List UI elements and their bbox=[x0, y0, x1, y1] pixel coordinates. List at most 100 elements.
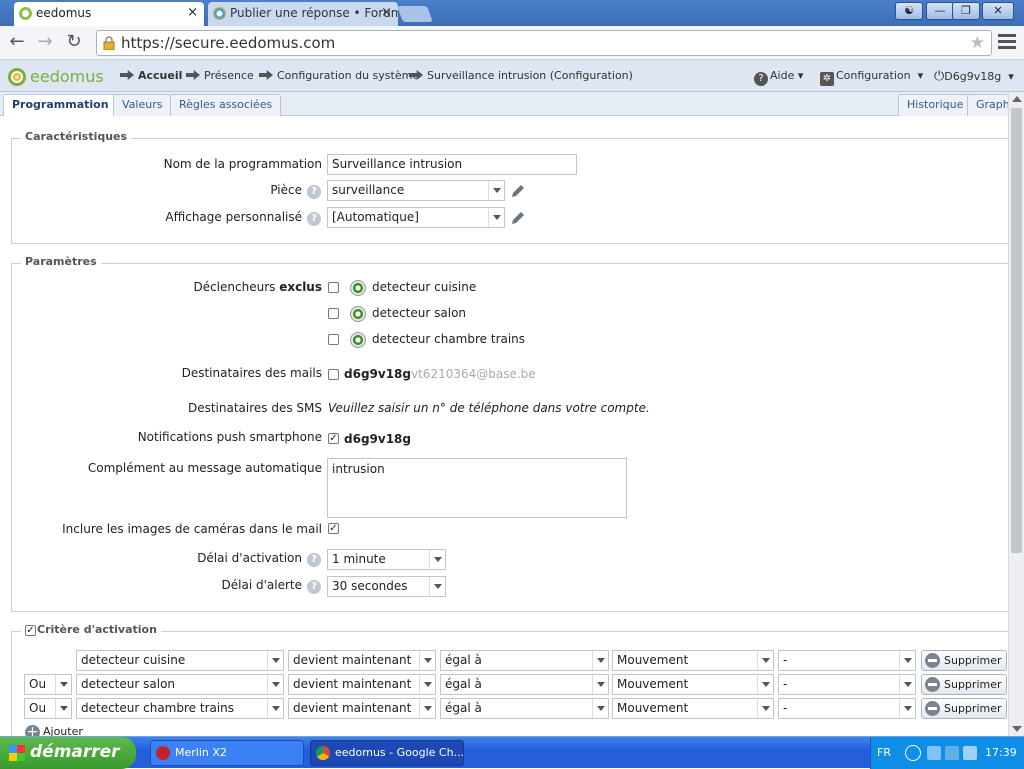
tab-title: Publier une réponse • Forum bbox=[230, 6, 398, 20]
chrome-menu-icon[interactable] bbox=[998, 34, 1016, 50]
tab-graphe[interactable]: Graphe bbox=[967, 94, 1008, 116]
program-name-input[interactable]: Surveillance intrusion bbox=[327, 154, 577, 175]
declencheur-label: detecteur chambre trains bbox=[372, 332, 526, 346]
supprimer-label: Supprimer bbox=[944, 654, 1002, 667]
device-select[interactable]: detecteur cuisine bbox=[76, 650, 284, 671]
vertical-scrollbar[interactable] bbox=[1008, 92, 1024, 736]
browser-tab-forum[interactable]: Publier une réponse • Forum × bbox=[208, 2, 398, 26]
supprimer-button[interactable]: Supprimer bbox=[921, 650, 1007, 671]
declencheur-checkbox[interactable] bbox=[328, 282, 339, 293]
bookmark-star-icon[interactable]: ★ bbox=[970, 33, 985, 53]
tab-valeurs[interactable]: Valeurs bbox=[113, 94, 172, 116]
extra-select[interactable]: - bbox=[778, 674, 916, 695]
tab-historique[interactable]: Historique bbox=[898, 94, 973, 116]
minimize-button[interactable]: — bbox=[926, 2, 954, 20]
value-select[interactable]: Mouvement bbox=[612, 674, 774, 695]
declencheur-checkbox[interactable] bbox=[328, 308, 339, 319]
chevron-down-icon bbox=[757, 699, 773, 718]
change-select[interactable]: devient maintenant bbox=[288, 674, 436, 695]
piece-select[interactable]: surveillance bbox=[327, 180, 505, 201]
cameras-checkbox[interactable]: ✓ bbox=[328, 523, 339, 534]
declencheur-checkbox[interactable] bbox=[328, 334, 339, 345]
piece-label: Pièce bbox=[270, 183, 302, 197]
forward-arrow-icon[interactable]: → bbox=[34, 32, 56, 54]
push-checkbox[interactable]: ✓ bbox=[328, 433, 339, 444]
delai-alerte-select[interactable]: 30 secondes bbox=[327, 576, 446, 597]
restore-button[interactable]: ❐ bbox=[952, 2, 980, 20]
mail-recipient-checkbox[interactable] bbox=[328, 369, 339, 380]
user-menu[interactable]: ⏻D6g9v18g ▾ bbox=[934, 69, 1014, 84]
device-value: detecteur chambre trains bbox=[81, 701, 235, 715]
reload-icon[interactable]: ↻ bbox=[63, 32, 85, 54]
taskbar-item-chrome[interactable]: eedomus - Google Ch... bbox=[310, 740, 464, 766]
supprimer-button[interactable]: Supprimer bbox=[921, 698, 1007, 719]
change-select[interactable]: devient maintenant bbox=[288, 650, 436, 671]
volume-icon[interactable] bbox=[963, 746, 977, 760]
criteres-enable-checkbox[interactable]: ✓ bbox=[25, 625, 36, 636]
address-bar[interactable]: https://secure.eedomus.com ★ bbox=[96, 30, 992, 56]
language-indicator[interactable]: FR bbox=[877, 746, 891, 759]
tab-regles-associees[interactable]: Règles associées bbox=[170, 94, 282, 116]
help-icon[interactable]: ? bbox=[307, 553, 321, 567]
chevron-down-icon bbox=[592, 699, 608, 718]
chrome-icon bbox=[316, 746, 330, 760]
operator-select[interactable]: égal à bbox=[440, 698, 609, 719]
close-tab-icon[interactable]: × bbox=[187, 2, 198, 24]
task-label: eedomus - Google Ch... bbox=[335, 746, 464, 759]
ajouter-button[interactable]: + Ajouter bbox=[25, 723, 83, 736]
pencil-icon[interactable] bbox=[510, 183, 526, 199]
change-select[interactable]: devient maintenant bbox=[288, 698, 436, 719]
operator-select[interactable]: égal à bbox=[440, 674, 609, 695]
help-icon[interactable]: ? bbox=[307, 580, 321, 594]
windows-logo-icon bbox=[9, 745, 25, 761]
scroll-down-icon[interactable] bbox=[1012, 726, 1022, 732]
operator-select[interactable]: égal à bbox=[440, 650, 609, 671]
chevron-left-icon[interactable] bbox=[905, 745, 921, 761]
help-icon[interactable]: ? bbox=[307, 212, 321, 226]
logic-select[interactable]: Ou bbox=[24, 698, 72, 719]
delai-activation-select[interactable]: 1 minute bbox=[327, 549, 446, 570]
scroll-thumb[interactable] bbox=[1011, 108, 1022, 553]
network-icon[interactable] bbox=[927, 746, 941, 760]
sub-tabs: Programmation Valeurs Règles associées H… bbox=[0, 92, 1008, 117]
back-arrow-icon[interactable]: ← bbox=[6, 32, 28, 54]
eedomus-logo[interactable]: eedomus bbox=[8, 67, 104, 86]
name-label: Nom de la programmation bbox=[163, 157, 322, 171]
change-value: devient maintenant bbox=[293, 653, 412, 667]
breadcrumb-surveillance[interactable]: Surveillance intrusion (Configuration) bbox=[409, 69, 633, 82]
help-menu[interactable]: ? Aide ▾ bbox=[754, 69, 803, 86]
scroll-up-icon[interactable] bbox=[1012, 96, 1022, 102]
breadcrumb-label: Accueil bbox=[138, 69, 183, 82]
declencheur-label: detecteur cuisine bbox=[372, 280, 477, 294]
close-window-button[interactable]: ✕ bbox=[982, 2, 1014, 20]
user-icon[interactable]: ☯ bbox=[895, 2, 923, 20]
value-select[interactable]: Mouvement bbox=[612, 650, 774, 671]
configuration-menu[interactable]: ✲ Configuration ▾ bbox=[820, 69, 923, 86]
breadcrumb-presence[interactable]: Présence bbox=[186, 69, 254, 82]
start-button[interactable]: démarrer bbox=[0, 737, 136, 769]
extra-select[interactable]: - bbox=[778, 698, 916, 719]
app-header: eedomus Accueil Présence Configuration d… bbox=[0, 60, 1024, 92]
supprimer-label: Supprimer bbox=[944, 702, 1002, 715]
affichage-select[interactable]: [Automatique] bbox=[327, 207, 505, 228]
breadcrumb-configuration-systeme[interactable]: Configuration du système bbox=[259, 69, 419, 82]
complement-label: Complément au message automatique bbox=[87, 461, 322, 475]
browser-tab-eedomus[interactable]: eedomus × bbox=[14, 2, 204, 26]
supprimer-button[interactable]: Supprimer bbox=[921, 674, 1007, 695]
chevron-down-icon bbox=[419, 675, 435, 694]
help-icon[interactable]: ? bbox=[307, 185, 321, 199]
new-tab-button[interactable] bbox=[397, 6, 433, 22]
extra-select[interactable]: - bbox=[778, 650, 916, 671]
value-select[interactable]: Mouvement bbox=[612, 698, 774, 719]
device-select[interactable]: detecteur chambre trains bbox=[76, 698, 284, 719]
taskbar-item-merlin[interactable]: Merlin X2 bbox=[150, 740, 304, 766]
device-select[interactable]: detecteur salon bbox=[76, 674, 284, 695]
breadcrumb-accueil[interactable]: Accueil bbox=[120, 69, 182, 82]
push-label: Notifications push smartphone bbox=[137, 430, 322, 444]
tab-programmation[interactable]: Programmation bbox=[3, 94, 118, 117]
logic-select[interactable]: Ou bbox=[24, 674, 72, 695]
safely-remove-icon[interactable] bbox=[945, 746, 959, 760]
complement-textarea[interactable]: intrusion bbox=[327, 458, 627, 518]
pencil-icon[interactable] bbox=[510, 210, 526, 226]
close-tab-icon[interactable]: × bbox=[381, 2, 392, 24]
